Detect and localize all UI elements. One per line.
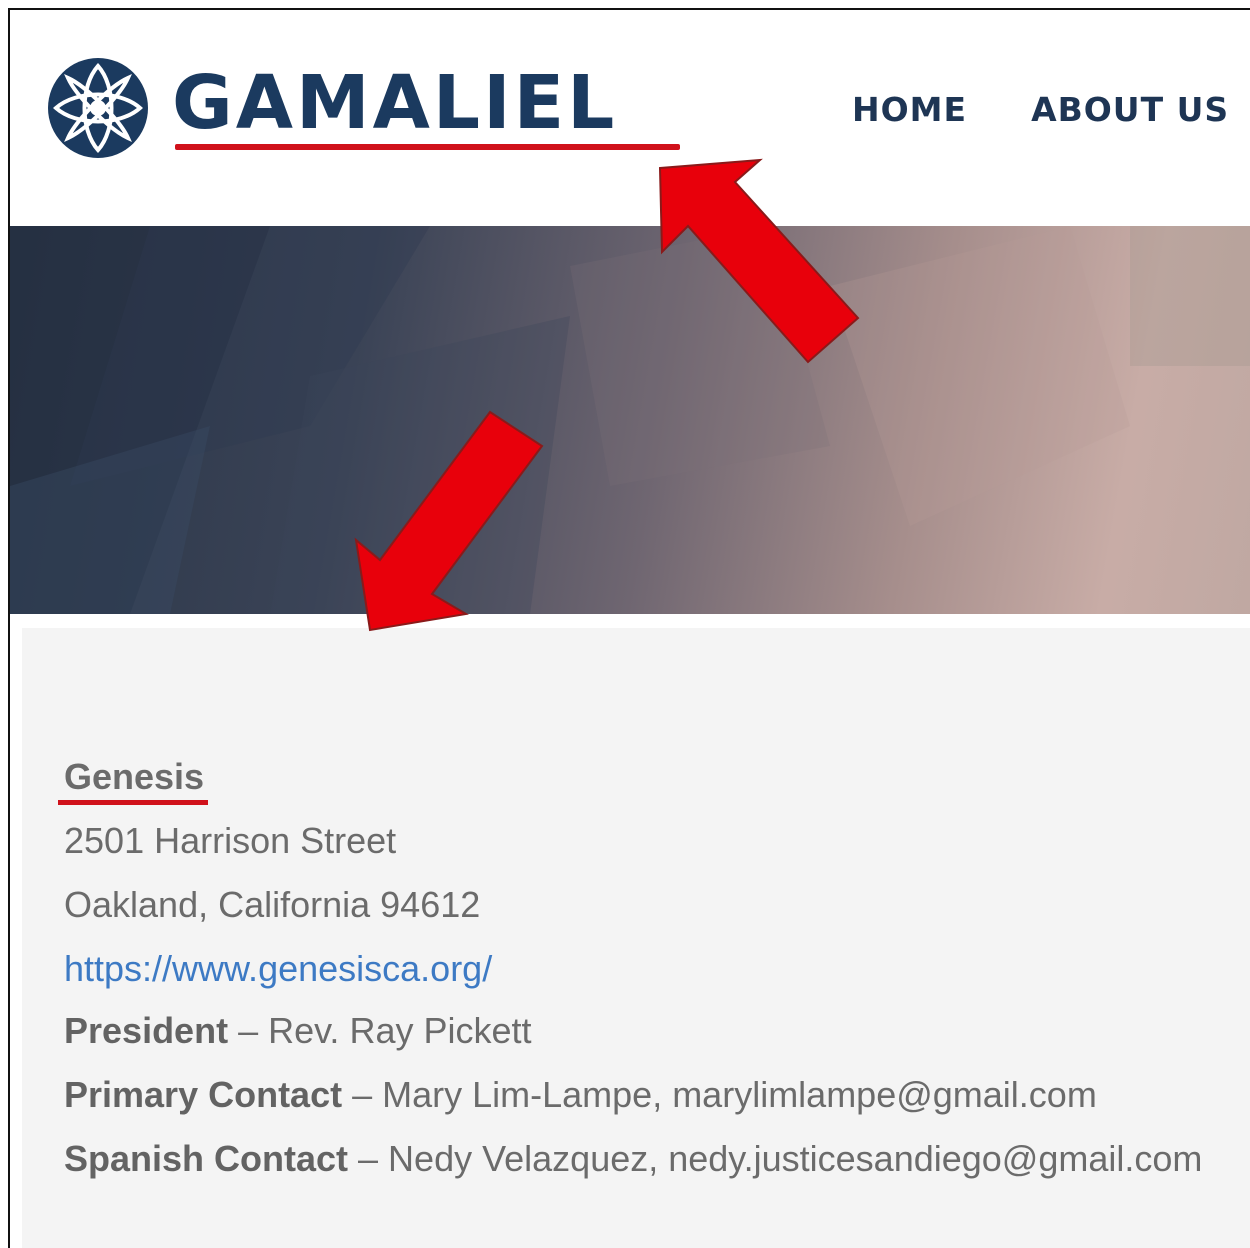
primary-contact-label: Primary Contact bbox=[64, 1074, 343, 1115]
org-name: Genesis bbox=[64, 756, 205, 797]
spanish-contact-label: Spanish Contact bbox=[64, 1138, 349, 1179]
brand-name[interactable]: GAMALIEL bbox=[172, 66, 617, 140]
primary-contact-value: – Mary Lim-Lampe, marylimlampe@gmail.com bbox=[342, 1074, 1097, 1115]
org-red-underline bbox=[58, 800, 208, 805]
top-strip bbox=[0, 0, 1250, 8]
gamaliel-logo-icon[interactable] bbox=[46, 56, 150, 160]
street-address: 2501 Harrison Street bbox=[64, 820, 397, 861]
hero-facets bbox=[10, 226, 1250, 614]
screenshot-frame: GAMALIEL HOME ABOUT US C Genesis 2501 Ha… bbox=[8, 8, 1250, 1248]
site-header: GAMALIEL HOME ABOUT US C bbox=[10, 10, 1250, 226]
hero-banner bbox=[10, 226, 1250, 614]
president-row: President – Rev. Ray Pickett bbox=[64, 1010, 532, 1052]
president-label: President bbox=[64, 1010, 229, 1051]
city-address: Oakland, California 94612 bbox=[64, 884, 481, 925]
president-value: – Rev. Ray Pickett bbox=[228, 1010, 532, 1051]
spanish-contact-value: – Nedy Velazquez, nedy.justicesandiego@g… bbox=[348, 1138, 1203, 1179]
member-card: Genesis 2501 Harrison Street Oakland, Ca… bbox=[22, 628, 1250, 1248]
nav-home[interactable]: HOME bbox=[852, 90, 967, 129]
brand-red-underline bbox=[175, 144, 680, 150]
main-nav: HOME ABOUT US C bbox=[852, 90, 1250, 129]
nav-about-us[interactable]: ABOUT US bbox=[1031, 90, 1229, 129]
primary-contact-row: Primary Contact – Mary Lim-Lampe, maryli… bbox=[64, 1074, 1097, 1116]
spanish-contact-row: Spanish Contact – Nedy Velazquez, nedy.j… bbox=[64, 1138, 1202, 1180]
website-link[interactable]: https://www.genesisca.org/ bbox=[64, 948, 492, 990]
